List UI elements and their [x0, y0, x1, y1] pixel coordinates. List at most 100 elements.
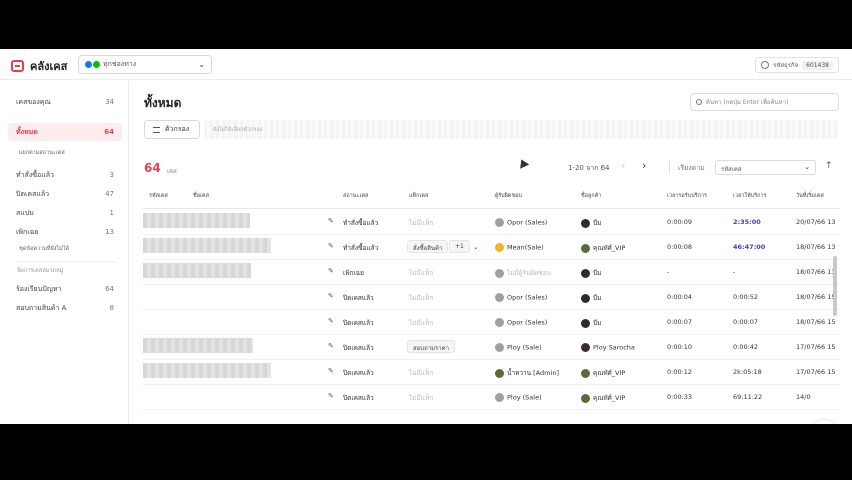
- customer-avatar: [581, 218, 590, 228]
- vertical-scrollbar[interactable]: [833, 256, 837, 316]
- edit-pencil-icon[interactable]: ✎: [328, 342, 334, 350]
- service-time: -: [733, 268, 736, 276]
- customer-cell: Ploy Sarocha: [581, 343, 635, 352]
- sidebar-item-all[interactable]: ทั้งหมด 64: [8, 123, 122, 141]
- top-bar: คลังเคส ทุกช่องทาง ⌄ รหัสธุรกิจ 601438: [0, 49, 852, 80]
- agent-name: น้ำหวาน [Admin]: [507, 369, 559, 377]
- sidebar-item-closed[interactable]: ปิดเคสแล้ว 47: [8, 185, 122, 203]
- edit-pencil-icon[interactable]: ✎: [328, 367, 334, 375]
- edit-pencil-icon[interactable]: ✎: [328, 217, 334, 225]
- edit-pencil-icon[interactable]: ✎: [328, 317, 334, 325]
- edit-pencil-icon[interactable]: ✎: [328, 267, 334, 275]
- filter-button[interactable]: ตัวกรอง: [144, 120, 200, 139]
- sidebar-divider: [16, 261, 116, 262]
- sort-direction-icon[interactable]: ↑: [825, 161, 833, 171]
- col-header-status[interactable]: สถานะเคส: [343, 192, 368, 200]
- table-row[interactable]: ✎ ปิดเคสแล้ว ไม่มีแท็ก น้ำหวาน [Admin] คุณทั…: [143, 360, 840, 385]
- mouse-cursor-icon: [516, 157, 530, 169]
- col-header-start-date[interactable]: วันที่เริ่มเคส: [796, 192, 824, 200]
- case-status: ทำสั่งซื้อแล้ว: [343, 244, 379, 252]
- agent-name: Ploy (Sale): [507, 343, 542, 352]
- col-header-case-id[interactable]: รหัสเคส: [149, 192, 168, 200]
- col-header-customer[interactable]: ชื่อลูกค้า: [581, 192, 602, 200]
- sort-select[interactable]: รหัสเคส ⌄: [715, 160, 816, 175]
- sidebar-item-ignored[interactable]: เพิกเฉย 13: [8, 223, 122, 241]
- total-count: 64: [144, 161, 161, 175]
- redacted-case-info: [143, 213, 250, 228]
- channel-label: ทุกช่องทาง: [103, 60, 137, 68]
- col-header-tags[interactable]: แท็กเคส: [409, 192, 428, 200]
- service-time: 0:00:07: [733, 318, 759, 326]
- brand[interactable]: คลังเคส: [11, 57, 67, 75]
- sidebar-item-complaint[interactable]: ร้องเรียนปัญหา 64: [8, 280, 122, 298]
- sidebar: เคสของคุณ 34 ทั้งหมด 64 แยกตามสถานะเคส ท…: [0, 81, 129, 424]
- start-date: 18/07/66 15: [796, 318, 836, 326]
- customer-cell: บีม: [581, 268, 601, 278]
- table-row[interactable]: ✎ ทำสั่งซื้อแล้ว ไม่มีแท็ก Opor (Sales) บีม 0…: [143, 210, 840, 235]
- customer-name: บีม: [593, 219, 602, 227]
- main-content: ทั้งหมด ค้นหา (กดปุ่ม Enter เพื่อค้นหา) …: [130, 81, 852, 424]
- case-tag: ไม่มีแท็ก: [409, 319, 434, 327]
- agent-cell: น้ำหวาน [Admin]: [495, 368, 559, 378]
- agent-avatar: [495, 243, 504, 252]
- case-tag-more[interactable]: +1: [449, 240, 470, 253]
- redacted-case-info: [143, 338, 253, 353]
- col-header-service-time[interactable]: เวลาให้บริการ: [733, 192, 767, 200]
- table-row[interactable]: ✎ ปิดเคสแล้ว ไม่มีแท็ก Opor (Sales) บีม 0:00:…: [143, 310, 840, 335]
- edit-pencil-icon[interactable]: ✎: [328, 392, 334, 400]
- sidebar-item-ordered[interactable]: ทำสั่งซื้อแล้ว 3: [8, 166, 122, 184]
- table-row[interactable]: ✎ ปิดเคสแล้ว สอบถามราคา Ploy (Sale) Ploy Sar…: [143, 335, 840, 360]
- edit-pencil-icon[interactable]: ✎: [328, 292, 334, 300]
- sort-label: เรียงตาม: [678, 164, 705, 172]
- facebook-icon: [85, 61, 92, 68]
- sidebar-item-label: ปิดเคสแล้ว: [16, 189, 50, 198]
- table-row[interactable]: ✎ ปิดเคสแล้ว ไม่มีแท็ก Opor (Sales) บีม 0:00:…: [143, 285, 840, 310]
- sidebar-sub-status[interactable]: แยกตามสถานะเคส: [19, 149, 65, 157]
- case-status: ปิดเคสแล้ว: [343, 319, 374, 327]
- col-header-case-name[interactable]: ชื่อเคส: [193, 192, 209, 200]
- filter-sliders-icon: [153, 126, 160, 133]
- customer-avatar: [581, 293, 590, 303]
- channel-select[interactable]: ทุกช่องทาง ⌄: [78, 55, 212, 74]
- customer-avatar: [581, 268, 590, 278]
- sidebar-item-product-a[interactable]: สอบถามสินค้า A 8: [8, 299, 122, 317]
- info-icon: [761, 61, 770, 69]
- customer-cell: คุณทัศ์_VIP: [581, 243, 625, 253]
- app-frame: คลังเคส ทุกช่องทาง ⌄ รหัสธุรกิจ 601438 เ…: [0, 49, 852, 424]
- sidebar-item-label: ทั้งหมด: [16, 127, 38, 136]
- edit-pencil-icon[interactable]: ✎: [328, 242, 334, 250]
- chevron-down-icon: ⌄: [804, 163, 810, 171]
- service-time: 46:47:00: [733, 243, 766, 251]
- wait-time: 0:00:07: [667, 318, 693, 326]
- sidebar-item-label: เคสของคุณ: [16, 97, 51, 106]
- service-time: 69:11:22: [733, 393, 763, 401]
- sidebar-item-label: ทำสั่งซื้อแล้ว: [16, 170, 54, 179]
- sidebar-item-count: 64: [104, 128, 114, 136]
- table-row[interactable]: ✎ ปิดเคสแล้ว ไม่มีแท็ก Ploy (Sale) คุณทัศ์_V…: [143, 385, 840, 410]
- case-status: ปิดเคสแล้ว: [343, 369, 374, 377]
- redacted-case-info: [143, 263, 251, 278]
- search-input[interactable]: ค้นหา (กดปุ่ม Enter เพื่อค้นหา): [690, 93, 839, 111]
- sidebar-sub-dirty[interactable]: ชุดข้อความที่ยังไม่ได้: [19, 245, 69, 253]
- case-tag: ไม่มีแท็ก: [409, 369, 434, 377]
- customer-name: บีม: [593, 269, 602, 277]
- agent-name: Opor (Sales): [507, 318, 548, 327]
- table-row[interactable]: ✎ ทำสั่งซื้อแล้ว สั่งซื้อสินค้า +1 ⌄ Mean(Sal…: [143, 235, 840, 260]
- sidebar-item-spam[interactable]: สแปม 1: [8, 204, 122, 222]
- business-code-badge[interactable]: รหัสธุรกิจ 601438: [755, 57, 839, 73]
- agent-avatar: [495, 268, 504, 278]
- sidebar-item-count: 64: [105, 285, 114, 293]
- agent-name: Ploy (Sale): [507, 393, 542, 402]
- col-header-agent[interactable]: ผู้รับผิดชอบ: [495, 192, 522, 200]
- start-date: 20/07/66 13: [796, 218, 836, 226]
- sidebar-item-my-cases[interactable]: เคสของคุณ 34: [8, 93, 122, 111]
- table-row[interactable]: ✎ เพิกเฉย ไม่มีแท็ก ไม่มีผู้รับผิดชอบ บีม - - 1…: [143, 260, 840, 285]
- start-date: 18/07/66 13: [796, 243, 836, 251]
- sidebar-item-count: 34: [105, 98, 114, 106]
- col-header-wait-time[interactable]: เวลารอรับบริการ: [667, 192, 707, 200]
- prev-page-icon[interactable]: ‹: [621, 159, 625, 172]
- customer-cell: บีม: [581, 293, 601, 303]
- chevron-down-icon[interactable]: ⌄: [473, 243, 478, 251]
- agent-avatar: [495, 343, 504, 352]
- next-page-icon[interactable]: ›: [642, 159, 646, 172]
